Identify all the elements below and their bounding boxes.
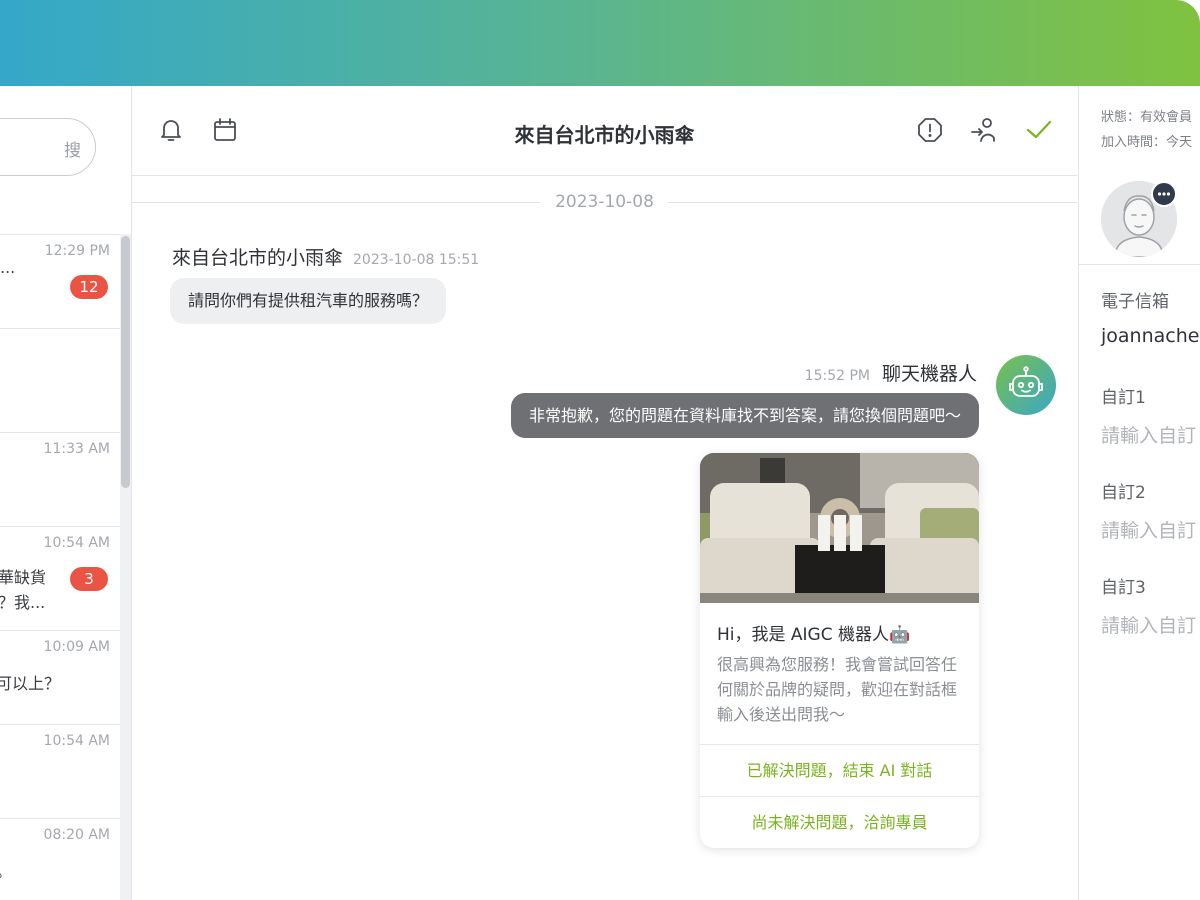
card-title: Hi，我是 AIGC 機器人🤖 xyxy=(717,625,911,645)
conversation-preview: ... xyxy=(0,258,16,277)
unread-badge: 3 xyxy=(70,567,108,591)
member-status: 狀態：有效會員 加入時間：今天 xyxy=(1101,105,1192,155)
custom3-field[interactable]: 請輸入自訂 xyxy=(1101,611,1196,638)
unread-badge: 12 xyxy=(70,275,108,299)
conversation-preview: 。 xyxy=(0,859,12,884)
custom3-label: 自訂3 xyxy=(1101,578,1146,598)
email-field[interactable]: joannachen xyxy=(1101,325,1200,347)
conversation-item[interactable]: 10:09 AM 可以上？ xyxy=(0,630,120,725)
chat-panel: 來自台北市的小雨傘 2023-10-08 來自台北市的小雨傘 2023-10-0… xyxy=(132,86,1077,900)
search-input[interactable]: 搜 xyxy=(0,118,96,176)
conversation-time: 10:09 AM xyxy=(43,639,110,655)
date-separator: 2023-10-08 xyxy=(132,190,1077,214)
bot-sender: 15:52 PM 聊天機器人 xyxy=(805,359,977,386)
incoming-message-bubble: 請問你們有提供租汽車的服務嗎？ xyxy=(170,278,447,324)
sender-name: 來自台北市的小雨傘 xyxy=(172,247,344,269)
conversation-item[interactable]: 12:29 PM ... 12 xyxy=(0,234,120,329)
conversation-time: 12:29 PM xyxy=(44,243,110,259)
custom2-field[interactable]: 請輸入自訂 xyxy=(1101,516,1196,543)
divider xyxy=(1079,264,1200,265)
custom2-label: 自訂2 xyxy=(1101,483,1146,503)
incoming-sender: 來自台北市的小雨傘 2023-10-08 15:51 xyxy=(172,243,479,270)
living-room-photo xyxy=(700,453,979,603)
card-body: 很高興為您服務！我會嘗試回答任何關於品牌的疑問，歡迎在對話框輸入後送出問我～ xyxy=(717,655,958,724)
conversation-time: 10:54 AM xyxy=(43,535,110,551)
bot-rich-card: Hi，我是 AIGC 機器人🤖 很高興為您服務！我會嘗試回答任何關於品牌的疑問，… xyxy=(700,453,979,848)
status-text: 狀態：有效會員 xyxy=(1101,110,1193,125)
bot-name: 聊天機器人 xyxy=(881,363,977,385)
chat-bubble-icon[interactable] xyxy=(1151,181,1177,207)
card-image xyxy=(700,453,979,603)
search-placeholder: 搜 xyxy=(64,141,81,161)
bot-message-bubble: 非常抱歉，您的問題在資料庫找不到答案，請您換個問題吧～ xyxy=(510,393,979,438)
resolved-end-ai-button[interactable]: 已解決問題，結束 AI 對話 xyxy=(700,744,979,796)
conversation-time: 10:54 AM xyxy=(43,733,110,749)
contact-agent-button[interactable]: 尚未解決問題，洽詢專員 xyxy=(700,796,979,848)
message-timestamp: 15:52 PM xyxy=(804,368,870,384)
conversation-time: 08:20 AM xyxy=(43,827,110,843)
robot-icon xyxy=(1009,366,1043,397)
transfer-agent-icon[interactable] xyxy=(970,116,998,144)
conversation-preview: 可以上？ xyxy=(0,674,61,693)
app-window: 搜 12:29 PM ... 12 11:33 AM 10:54 AM 華缺貨？… xyxy=(0,86,1200,900)
chat-header: 來自台北市的小雨傘 xyxy=(132,86,1077,176)
message-timestamp: 2023-10-08 15:51 xyxy=(353,252,480,268)
join-time-text: 加入時間：今天 xyxy=(1101,135,1193,150)
custom1-label: 自訂1 xyxy=(1101,388,1146,408)
custom1-field[interactable]: 請輸入自訂 xyxy=(1101,421,1196,448)
date-separator-line xyxy=(668,202,1077,203)
alert-octagon-icon[interactable] xyxy=(916,116,944,144)
conversation-item[interactable] xyxy=(0,328,120,423)
top-gradient-bar xyxy=(0,0,1200,86)
check-icon[interactable] xyxy=(1025,116,1053,144)
conversation-list: 搜 12:29 PM ... 12 11:33 AM 10:54 AM 華缺貨？… xyxy=(0,86,132,900)
email-label: 電子信箱 xyxy=(1101,292,1169,312)
conversation-item[interactable]: 11:33 AM xyxy=(0,432,120,527)
conversation-item[interactable]: 10:54 AM xyxy=(0,724,120,819)
scrollbar-thumb[interactable] xyxy=(121,236,130,488)
profile-panel: 狀態：有效會員 加入時間：今天 電子信箱 joannachen 自訂1 請輸入自… xyxy=(1078,86,1200,900)
conversation-item[interactable]: 08:20 AM 。 xyxy=(0,818,120,900)
conversation-item[interactable]: 10:54 AM 華缺貨 ？我... 3 xyxy=(0,526,120,621)
conversation-time: 11:33 AM xyxy=(43,441,110,457)
bot-avatar xyxy=(996,355,1056,415)
conversation-preview: 華缺貨 ？我... xyxy=(0,568,47,612)
